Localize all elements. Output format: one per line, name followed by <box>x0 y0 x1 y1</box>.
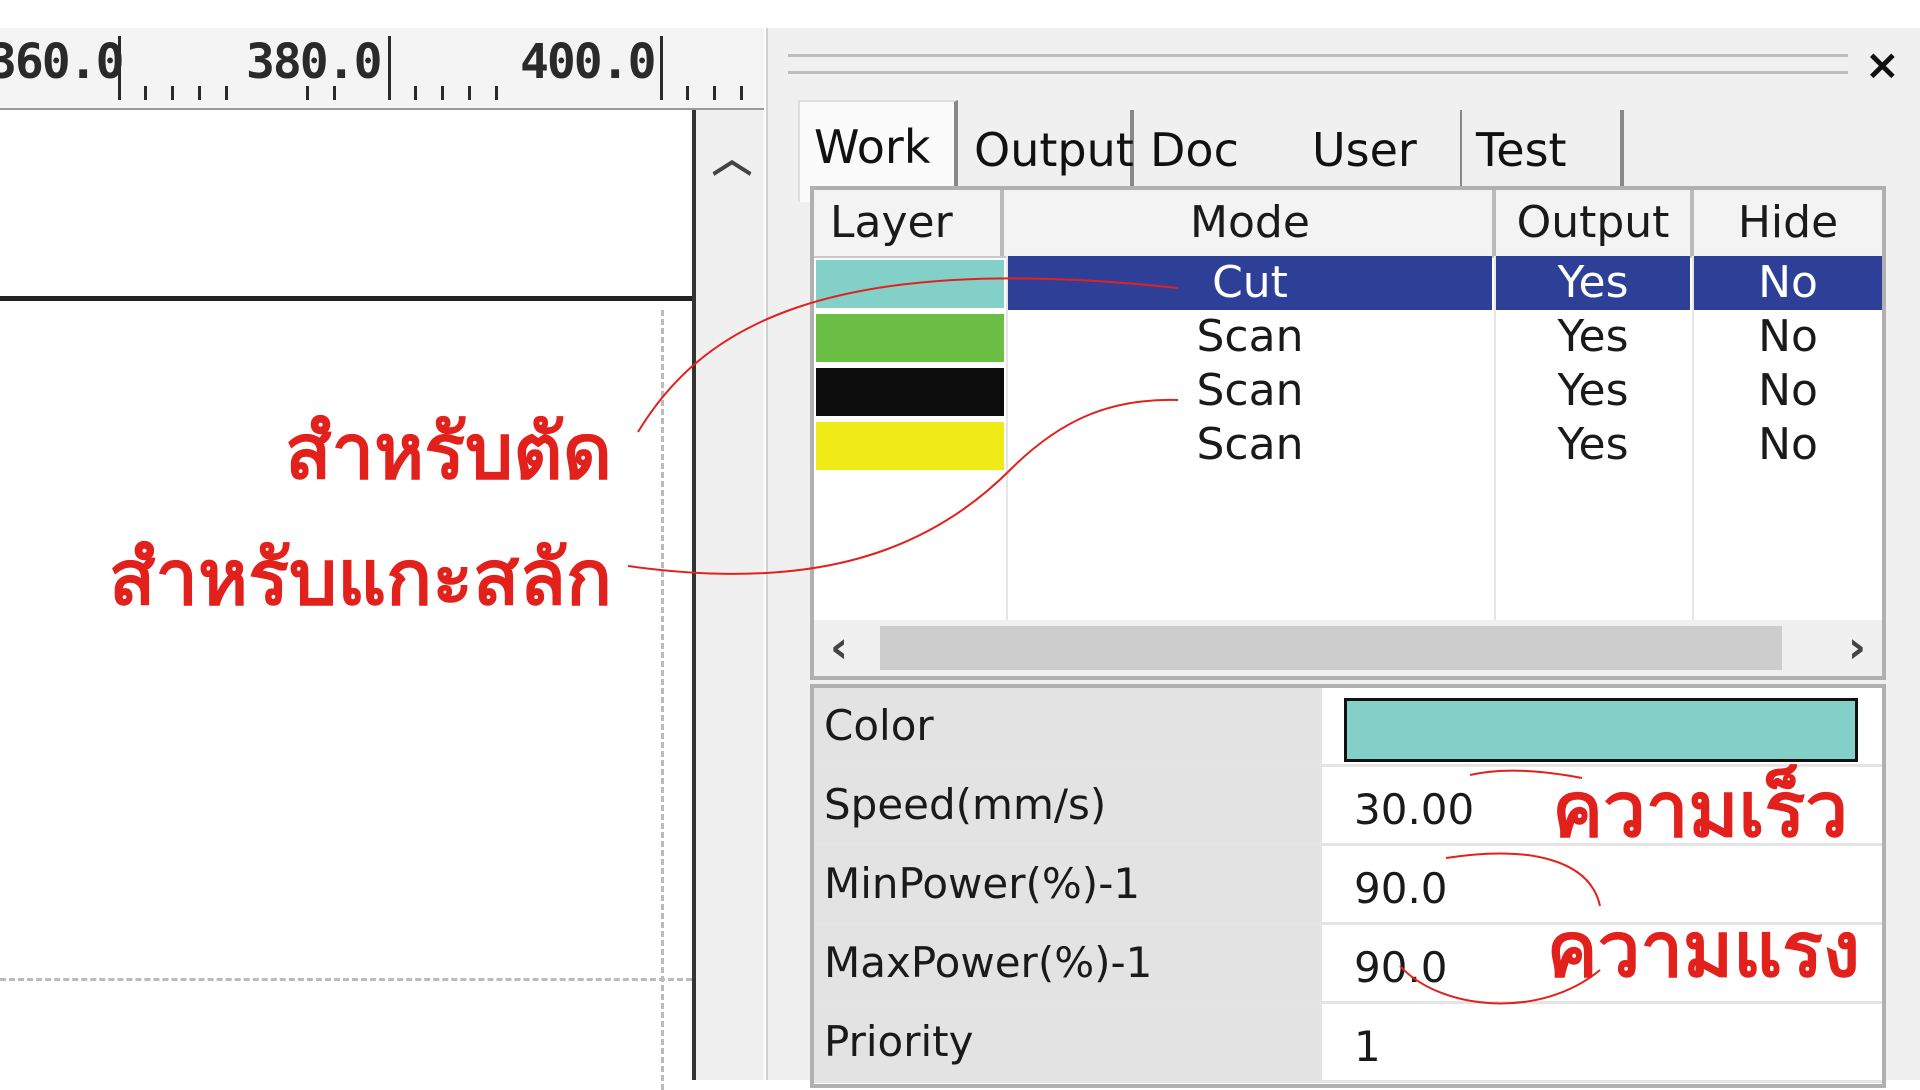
tab-label: Test <box>1476 123 1567 177</box>
layer-color-swatch[interactable] <box>816 368 1004 416</box>
chevron-up-icon[interactable]: ︿ <box>712 126 752 184</box>
layer-properties-grid: Color Speed(mm/s) 30.00 MinPower(%)-1 90… <box>810 684 1886 1088</box>
layer-table: Layer Mode Output Hide Cut Yes No Scan Y… <box>810 186 1886 680</box>
ruler-minor-tick <box>144 86 147 100</box>
tab-user[interactable]: User <box>1298 110 1464 190</box>
property-label: Priority <box>814 1004 1322 1080</box>
table-header: Layer Mode Output Hide <box>814 190 1882 258</box>
layer-color-swatch[interactable] <box>816 422 1004 470</box>
table-row[interactable]: Scan Yes No <box>814 364 1882 418</box>
cell-output[interactable]: Yes <box>1496 364 1690 418</box>
ruler-minor-tick <box>333 86 336 100</box>
ruler-minor-tick <box>414 86 417 100</box>
column-header-output[interactable]: Output <box>1496 190 1694 256</box>
cell-hide[interactable]: No <box>1694 310 1882 364</box>
ruler-major-tick <box>660 36 663 100</box>
cell-output[interactable]: Yes <box>1496 256 1690 310</box>
table-row[interactable]: Scan Yes No <box>814 310 1882 364</box>
chevron-right-icon[interactable]: › <box>1848 622 1866 673</box>
cell-mode[interactable]: Scan <box>1008 310 1492 364</box>
ruler-label: 360.0 <box>0 34 124 90</box>
ruler-major-tick <box>118 36 121 100</box>
annotation-engrave: สำหรับแกะสลัก <box>108 533 612 622</box>
cell-hide[interactable]: No <box>1694 418 1882 472</box>
column-header-mode[interactable]: Mode <box>1008 190 1496 256</box>
ruler-minor-tick <box>198 86 201 100</box>
ruler-minor-tick <box>740 86 743 100</box>
table-row[interactable]: Cut Yes No <box>814 256 1882 310</box>
cell-mode[interactable]: Scan <box>1008 418 1492 472</box>
chevron-left-icon[interactable]: ‹ <box>830 622 848 673</box>
cell-mode[interactable]: Cut <box>1008 256 1492 310</box>
ruler-label: 400.0 <box>520 34 656 90</box>
ruler-minor-tick <box>686 86 689 100</box>
table-row[interactable]: Scan Yes No <box>814 418 1882 472</box>
scrollbar-thumb[interactable] <box>880 626 1782 670</box>
property-label: Speed(mm/s) <box>814 767 1322 843</box>
column-header-layer[interactable]: Layer <box>814 190 1004 256</box>
tab-output[interactable]: Output <box>960 110 1134 190</box>
tab-doc[interactable]: Doc <box>1136 110 1306 190</box>
cell-mode[interactable]: Scan <box>1008 364 1492 418</box>
panel-drag-grip[interactable] <box>788 54 1848 74</box>
annotation-speed: ความเร็ว <box>1552 765 1848 854</box>
tab-label: Doc <box>1150 123 1239 177</box>
horizontal-scrollbar[interactable]: ‹ › <box>814 620 1882 676</box>
work-area-guide-vertical <box>661 310 664 1090</box>
ruler-minor-tick <box>495 86 498 100</box>
layer-color-swatch[interactable] <box>816 314 1004 362</box>
tab-label: Work <box>814 120 931 174</box>
ruler-minor-tick <box>306 86 309 100</box>
work-area-guide-horizontal <box>0 978 692 981</box>
ruler-minor-tick <box>171 86 174 100</box>
property-row-priority[interactable]: Priority 1 <box>814 1004 1882 1083</box>
ruler-label: 380.0 <box>246 34 382 90</box>
property-label: MaxPower(%)-1 <box>814 925 1322 1001</box>
annotation-power: ความแรง <box>1546 905 1860 994</box>
close-icon[interactable]: × <box>1865 40 1900 89</box>
tab-test[interactable]: Test <box>1462 110 1624 190</box>
cell-output[interactable]: Yes <box>1496 310 1690 364</box>
ruler-minor-tick <box>468 86 471 100</box>
tab-label: Output <box>974 123 1134 177</box>
ruler-major-tick <box>388 36 391 100</box>
ruler-minor-tick <box>441 86 444 100</box>
column-header-hide[interactable]: Hide <box>1694 190 1882 256</box>
priority-value-field[interactable]: 1 <box>1342 1004 1882 1080</box>
horizontal-ruler: 360.0 380.0 400.0 <box>0 28 764 110</box>
vertical-scrollbar[interactable]: ︿ <box>696 110 764 1080</box>
cell-hide[interactable]: No <box>1694 256 1882 310</box>
canvas-boundary-line <box>0 296 692 301</box>
annotation-cut: สำหรับตัด <box>285 407 612 496</box>
ruler-minor-tick <box>713 86 716 100</box>
cell-hide[interactable]: No <box>1694 364 1882 418</box>
tab-label: User <box>1312 123 1417 177</box>
property-label: Color <box>814 688 1322 764</box>
layer-color-swatch[interactable] <box>816 260 1004 308</box>
cell-output[interactable]: Yes <box>1496 418 1690 472</box>
property-label: MinPower(%)-1 <box>814 846 1322 922</box>
ruler-minor-tick <box>225 86 228 100</box>
